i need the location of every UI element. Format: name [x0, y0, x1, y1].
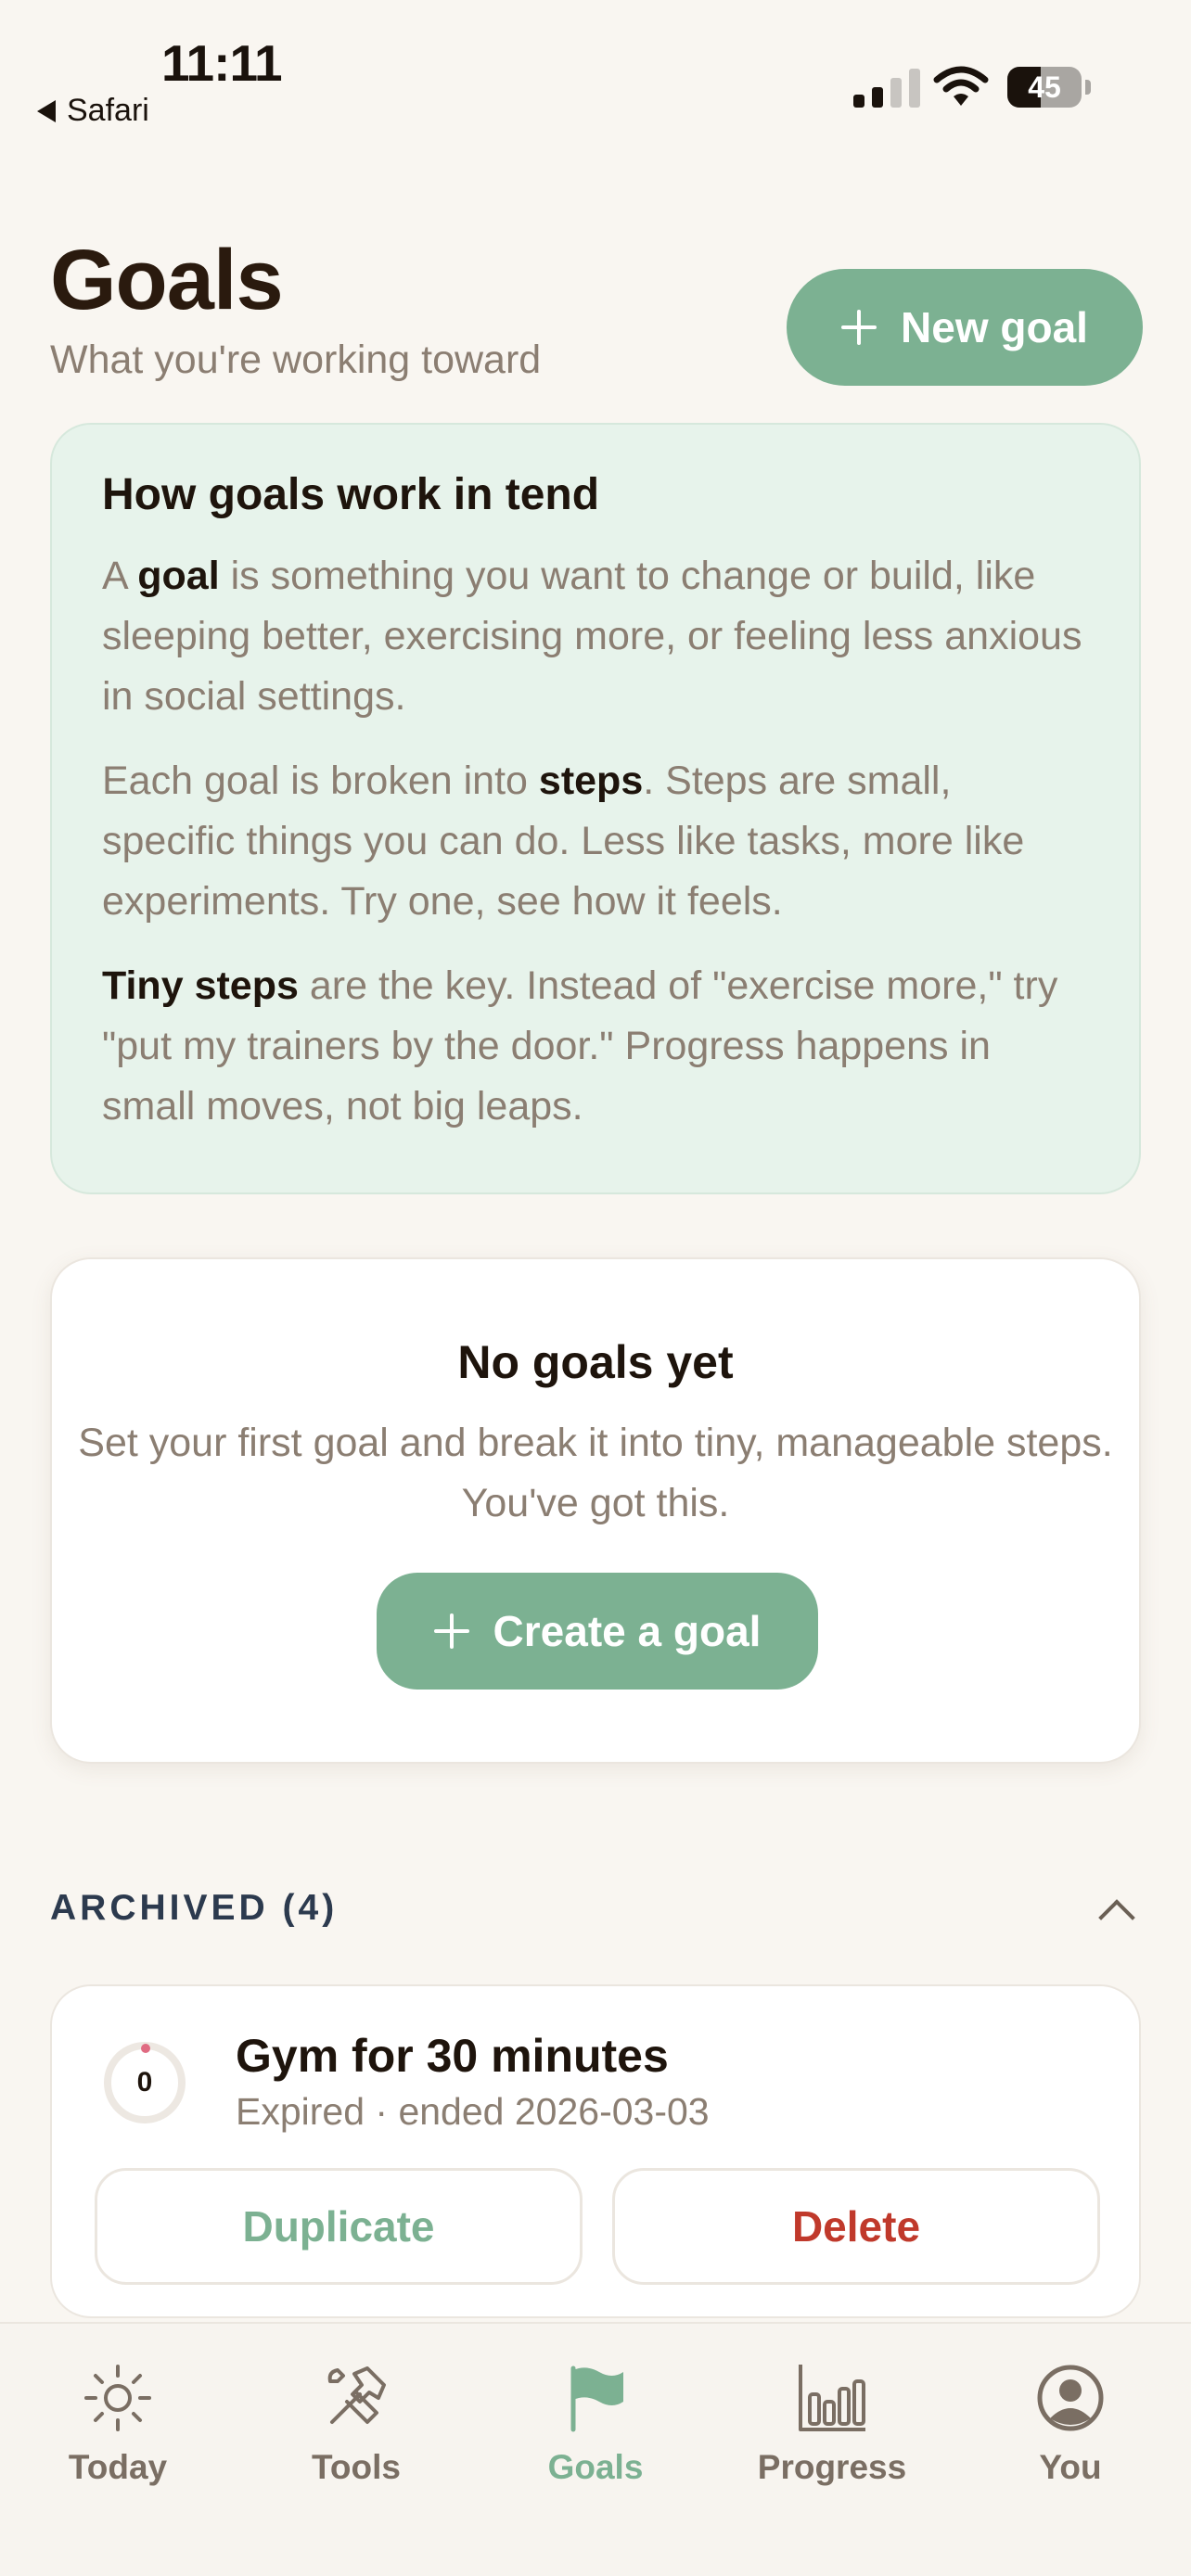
- tab-tools[interactable]: Tools: [254, 2361, 458, 2487]
- tab-today[interactable]: Today: [16, 2361, 220, 2487]
- battery-level: 45: [1028, 70, 1061, 104]
- back-app-label: Safari: [67, 93, 149, 128]
- battery-icon: 45: [1007, 67, 1082, 108]
- plus-icon: [433, 1613, 469, 1649]
- empty-state-title: No goals yet: [457, 1336, 734, 1388]
- status-bar: 11:11 Safari 45: [0, 0, 1191, 139]
- page-subtitle: What you're working toward: [50, 338, 542, 382]
- tab-label: Tools: [312, 2448, 401, 2486]
- tab-you[interactable]: You: [968, 2361, 1172, 2487]
- archived-goal-card[interactable]: 0 Gym for 30 minutes Expired · ended 202…: [50, 1984, 1141, 2318]
- goal-status: Expired · ended 2026-03-03: [236, 2090, 710, 2133]
- new-goal-label: New goal: [901, 303, 1088, 351]
- back-to-safari-link[interactable]: Safari: [37, 93, 149, 129]
- tab-label: You: [1039, 2448, 1102, 2486]
- empty-state-text: Set your first goal and break it into ti…: [78, 1421, 1113, 1525]
- tools-icon: [319, 2361, 393, 2435]
- create-goal-button[interactable]: Create a goal: [377, 1573, 818, 1690]
- page-title: Goals: [50, 233, 284, 327]
- chevron-up-icon[interactable]: [1098, 1899, 1135, 1936]
- tab-label: Today: [68, 2448, 168, 2486]
- tab-label: Goals: [547, 2448, 644, 2486]
- new-goal-button[interactable]: New goal: [787, 269, 1143, 386]
- goal-name: Gym for 30 minutes: [236, 2030, 669, 2082]
- flag-icon: [558, 2361, 633, 2435]
- back-arrow-icon: [37, 99, 56, 122]
- tab-goals[interactable]: Goals: [493, 2361, 698, 2487]
- info-paragraph-tiny-steps: Tiny steps are the key. Instead of "exer…: [102, 963, 1058, 1129]
- empty-goals-card: No goals yet Set your first goal and bre…: [50, 1257, 1141, 1764]
- sun-icon: [81, 2361, 155, 2435]
- cellular-signal-icon: [853, 67, 920, 108]
- archived-section-header[interactable]: ARCHIVED (4): [50, 1888, 338, 1929]
- info-card-title: How goals work in tend: [102, 470, 600, 519]
- tab-bar: Today Tools Goals Progress You: [0, 2322, 1191, 2576]
- plus-icon: [841, 310, 877, 345]
- how-goals-work-card: How goals work in tend A goal is somethi…: [50, 423, 1141, 1194]
- tab-progress[interactable]: Progress: [730, 2361, 934, 2487]
- progress-ring: 0: [104, 2042, 186, 2123]
- user-icon: [1033, 2361, 1108, 2435]
- tab-label: Progress: [757, 2448, 907, 2486]
- create-goal-label: Create a goal: [493, 1607, 762, 1655]
- duplicate-button[interactable]: Duplicate: [95, 2168, 583, 2285]
- bar-chart-icon: [795, 2361, 869, 2435]
- info-paragraph-steps: Each goal is broken into steps. Steps ar…: [102, 759, 1025, 924]
- wifi-icon: [933, 66, 989, 106]
- delete-button[interactable]: Delete: [612, 2168, 1100, 2285]
- status-time: 11:11: [161, 34, 283, 92]
- progress-ring-marker: [141, 2044, 150, 2053]
- info-paragraph-goal: A goal is something you want to change o…: [102, 554, 1082, 719]
